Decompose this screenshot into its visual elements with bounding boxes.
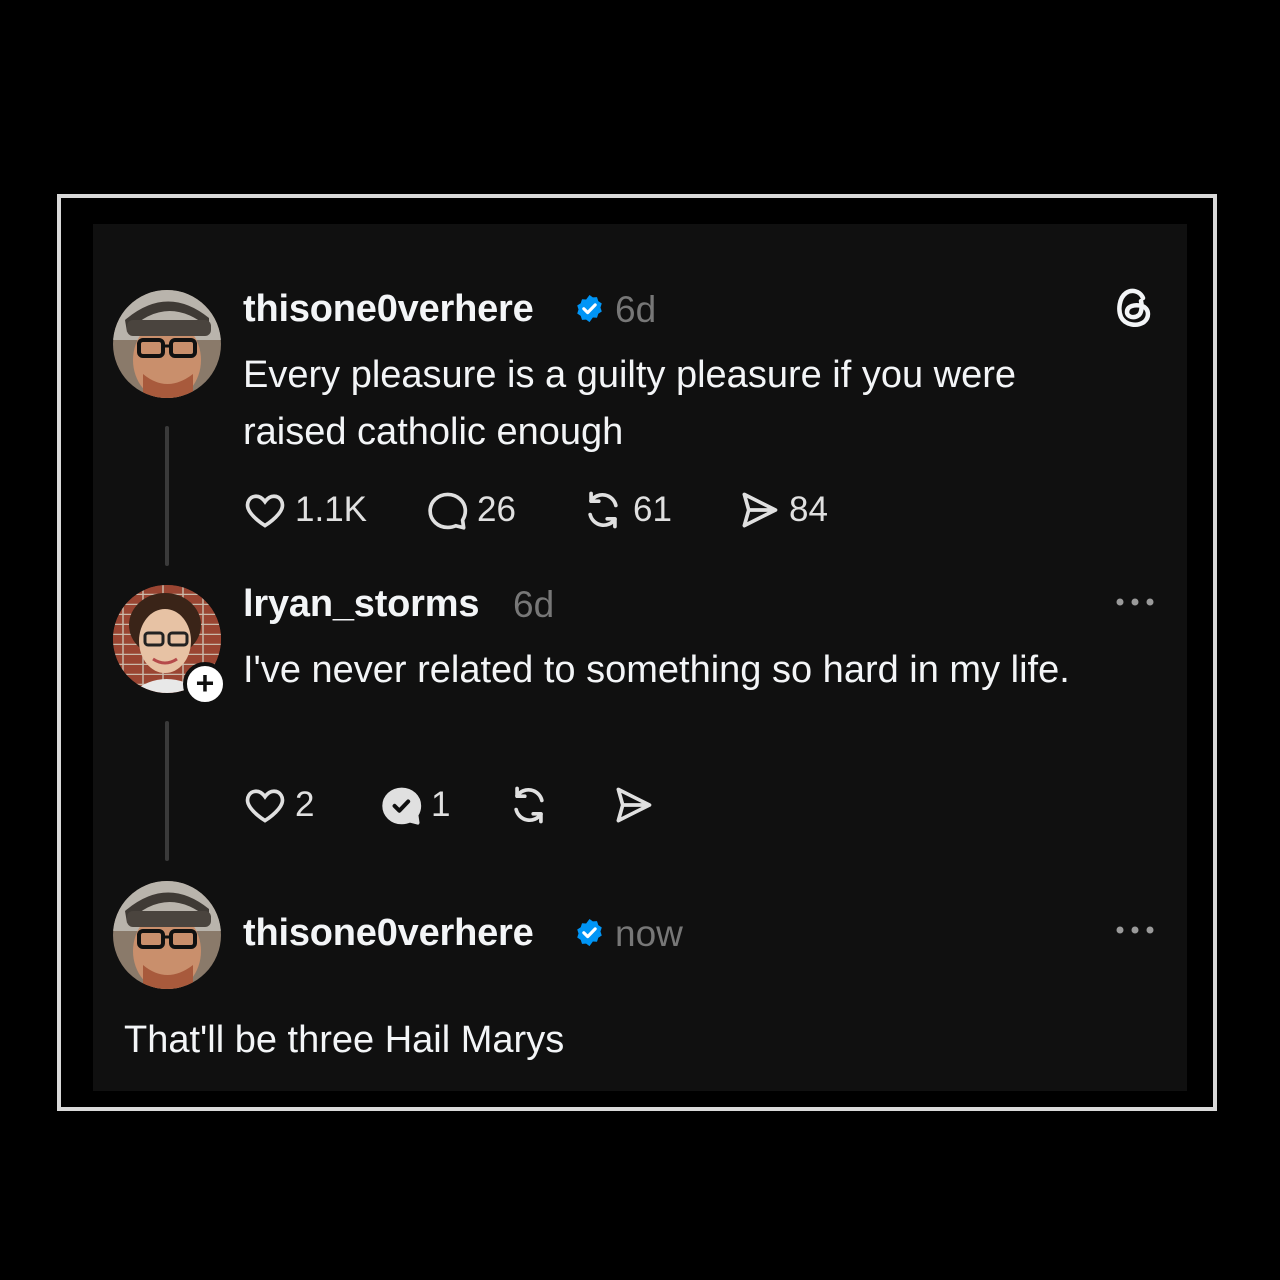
thread-line bbox=[165, 721, 169, 861]
reply-count: 1 bbox=[431, 785, 451, 824]
repost-button[interactable] bbox=[507, 783, 551, 827]
follow-button[interactable]: + bbox=[183, 662, 227, 706]
response-username[interactable]: thisone0verhere bbox=[243, 912, 534, 955]
like-button[interactable]: 1.1K bbox=[243, 488, 367, 532]
like-count: 2 bbox=[295, 785, 315, 824]
share-count: 84 bbox=[789, 490, 828, 529]
threads-logo-icon[interactable] bbox=[1113, 284, 1155, 330]
repost-icon bbox=[588, 491, 618, 529]
reply-count: 26 bbox=[477, 490, 516, 529]
thread-line bbox=[165, 426, 169, 566]
response-timestamp: now bbox=[615, 913, 683, 954]
heart-icon bbox=[245, 789, 285, 823]
more-options-icon[interactable] bbox=[1115, 597, 1155, 607]
response-text: That'll be three Hail Marys bbox=[124, 1019, 565, 1061]
verified-badge-icon bbox=[577, 294, 602, 323]
reply-username[interactable]: lryan_storms bbox=[243, 583, 479, 626]
verified-badge-icon bbox=[577, 918, 602, 947]
repost-count: 61 bbox=[633, 490, 672, 529]
avatar[interactable] bbox=[113, 881, 221, 989]
heart-icon bbox=[245, 494, 285, 528]
share-button[interactable] bbox=[611, 783, 655, 827]
send-icon bbox=[742, 492, 778, 528]
reply-timestamp: 6d bbox=[513, 584, 555, 625]
post-username[interactable]: thisone0verhere bbox=[243, 288, 534, 331]
repost-button[interactable]: 61 bbox=[581, 488, 672, 532]
like-count: 1.1K bbox=[295, 490, 367, 529]
share-button[interactable]: 84 bbox=[737, 488, 828, 532]
post-text: Every pleasure is a guilty pleasure if y… bbox=[243, 354, 1017, 453]
repost-icon bbox=[514, 786, 544, 824]
more-options-icon[interactable] bbox=[1115, 925, 1155, 935]
post-timestamp: 6d bbox=[615, 289, 657, 330]
reply-button[interactable]: 1 bbox=[379, 783, 450, 827]
thread-card: thisone0verhere 6d Every pleasure is a g… bbox=[93, 224, 1187, 1091]
replied-comment-icon bbox=[382, 787, 422, 825]
reply-button[interactable]: 26 bbox=[425, 488, 516, 532]
send-icon bbox=[616, 787, 652, 823]
avatar[interactable] bbox=[113, 290, 221, 398]
like-button[interactable]: 2 bbox=[243, 783, 314, 827]
comment-icon bbox=[428, 492, 468, 530]
reply-text: I've never related to something so hard … bbox=[243, 649, 1070, 691]
